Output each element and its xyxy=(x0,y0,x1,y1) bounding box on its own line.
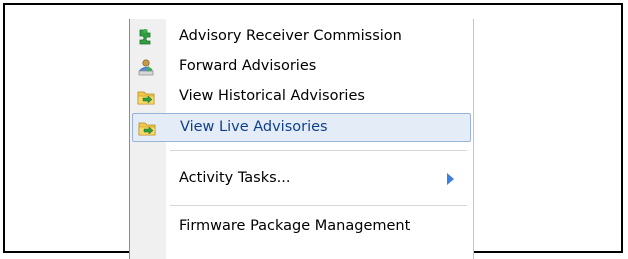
menu-item-advisory-receiver-commission[interactable]: Advisory Receiver Commission xyxy=(132,23,471,51)
folder-arrow-icon xyxy=(137,88,155,106)
menu-item-view-live-advisories[interactable]: View Live Advisories xyxy=(132,113,471,142)
menu-separator xyxy=(170,150,467,151)
menu-item-label: Advisory Receiver Commission xyxy=(179,28,402,44)
menu-item-activity-tasks[interactable]: Activity Tasks... xyxy=(132,163,471,195)
menu-item-view-historical-advisories[interactable]: View Historical Advisories xyxy=(132,83,471,111)
menu-item-label: Forward Advisories xyxy=(179,58,317,74)
screenshot-frame: Advisory Receiver Commission Forward Adv… xyxy=(3,3,623,259)
submenu-arrow-icon xyxy=(447,173,454,185)
menu-item-label: View Historical Advisories xyxy=(179,88,365,104)
menu-item-label: View Live Advisories xyxy=(180,119,328,135)
menu-separator xyxy=(170,205,467,206)
menu-item-label: Activity Tasks... xyxy=(179,170,291,186)
forward-user-icon xyxy=(137,58,155,76)
context-menu: Advisory Receiver Commission Forward Adv… xyxy=(129,19,474,259)
menu-item-forward-advisories[interactable]: Forward Advisories xyxy=(132,53,471,81)
menu-item-firmware-package-management[interactable]: Firmware Package Management xyxy=(132,213,471,243)
menu-item-label: Firmware Package Management xyxy=(179,218,411,234)
puzzle-piece-icon xyxy=(137,28,155,46)
folder-arrow-icon xyxy=(138,119,156,137)
